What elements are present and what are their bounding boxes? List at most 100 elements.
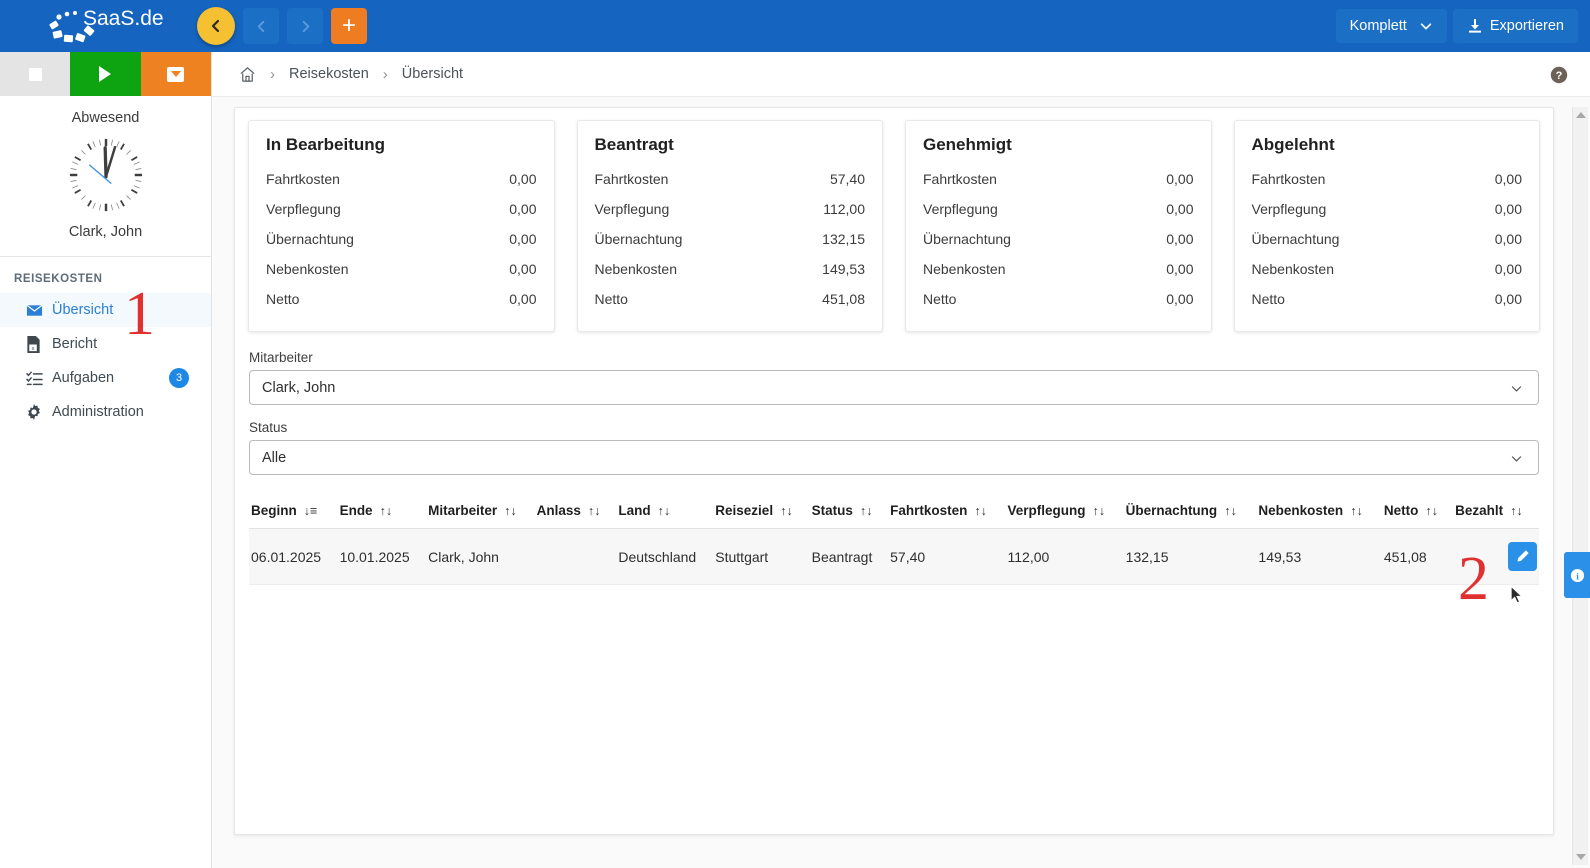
add-button[interactable]: + [331, 8, 367, 44]
card-row: Netto 0,00 [923, 284, 1194, 314]
sidebar-item-administration[interactable]: Administration [0, 395, 211, 429]
col-header-anlass[interactable]: Anlass ↑↓ [534, 497, 617, 529]
main-area: › Reisekosten › Übersicht ? In Bearbeitu… [212, 52, 1590, 868]
breadcrumb-item-reisekosten[interactable]: Reisekosten [289, 66, 369, 82]
col-header-netto[interactable]: Netto ↑↓ [1381, 497, 1454, 529]
sort-both-icon: ↑↓ [504, 504, 517, 518]
card-row: Netto 0,00 [266, 284, 537, 314]
card-row: Übernachtung 0,00 [1252, 224, 1523, 254]
cell-uebernachtung: 132,15 [1123, 528, 1257, 585]
col-header-land[interactable]: Land ↑↓ [616, 497, 714, 529]
brand-logo[interactable]: SaaS.de [0, 0, 215, 52]
card-row-label: Fahrtkosten [266, 171, 340, 187]
breadcrumb-separator: › [270, 65, 275, 83]
col-header-mitarbeiter[interactable]: Mitarbeiter ↑↓ [426, 497, 535, 529]
col-header-uebernachtung[interactable]: Übernachtung ↑↓ [1123, 497, 1257, 529]
presence-status-buttons [0, 52, 211, 96]
card-row-value: 0,00 [1494, 231, 1522, 247]
scrollbar-down-button[interactable] [1573, 849, 1589, 865]
card-row: Nebenkosten 0,00 [266, 254, 537, 284]
card-row: Verpflegung 0,00 [923, 194, 1194, 224]
table-header-row: Beginn ↓≡ Ende ↑↓ Mitarbeiter ↑↓ Anlass ↑↓ L… [249, 497, 1539, 529]
card-row-value: 149,53 [822, 261, 865, 277]
col-header-ende[interactable]: Ende ↑↓ [337, 497, 427, 529]
status-select-value: Alle [262, 449, 287, 466]
clock-widget [0, 128, 211, 220]
cell-netto: 451,08 [1381, 528, 1454, 585]
col-header-bezahlt[interactable]: Bezahlt ↑↓ [1453, 497, 1539, 529]
collapse-sidebar-button[interactable] [197, 7, 235, 45]
scrollbar-up-button[interactable] [1573, 107, 1589, 123]
sidebar-item-aufgaben[interactable]: Aufgaben 3 [0, 361, 211, 395]
stop-button[interactable] [0, 52, 71, 96]
col-header-reiseziel[interactable]: Reiseziel ↑↓ [713, 497, 810, 529]
breadcrumb-separator: › [382, 65, 388, 83]
card-row-value: 57,40 [829, 171, 865, 187]
caret-down-icon [167, 66, 185, 82]
pause-dropdown-button[interactable] [140, 52, 211, 96]
col-header-beginn[interactable]: Beginn ↓≡ [249, 497, 338, 529]
sort-both-icon: ↑↓ [657, 504, 671, 518]
cell-fahrtkosten: 57,40 [888, 528, 1006, 585]
sidebar-item-uebersicht[interactable]: Übersicht [0, 293, 211, 327]
row-edit-button[interactable] [1508, 542, 1537, 571]
table-row[interactable]: 06.01.2025 10.01.2025 Clark, John Deutsc… [249, 528, 1539, 585]
summary-card-in-bearbeitung: In Bearbeitung Fahrtkosten 0,00 Verpflegu… [248, 120, 555, 332]
svg-text:i: i [1576, 572, 1579, 582]
chevron-down-icon [1511, 386, 1522, 392]
card-row: Fahrtkosten 0,00 [923, 164, 1194, 194]
cell-beginn: 06.01.2025 [249, 528, 338, 585]
table-head: Beginn ↓≡ Ende ↑↓ Mitarbeiter ↑↓ Anlass ↑↓ L… [249, 497, 1539, 529]
card-row-label: Fahrtkosten [1251, 171, 1326, 187]
cell-land: Deutschland [616, 528, 714, 585]
card-title: Abgelehnt [1251, 135, 1335, 154]
card-row-value: 0,00 [1494, 201, 1522, 217]
card-row-value: 0,00 [509, 201, 537, 217]
col-header-nebenkosten[interactable]: Nebenkosten ↑↓ [1256, 497, 1382, 529]
card-row-label: Nebenkosten [923, 261, 1006, 277]
col-header-fahrtkosten[interactable]: Fahrtkosten ↑↓ [888, 497, 1006, 529]
triangle-up-icon [1576, 112, 1586, 118]
scope-select-button[interactable]: Komplett [1335, 9, 1447, 43]
card-row: Nebenkosten 0,00 [923, 254, 1194, 284]
info-side-tab[interactable]: i [1564, 552, 1590, 598]
chevron-left-icon [211, 19, 220, 33]
play-icon [99, 66, 112, 82]
svg-text:?: ? [1556, 70, 1563, 82]
card-title: In Bearbeitung [266, 135, 386, 154]
cell-verpflegung: 112,00 [1005, 528, 1124, 585]
employee-select[interactable]: Clark, John [249, 370, 1539, 405]
card-row: Verpflegung 0,00 [266, 194, 537, 224]
sidebar-item-label: Übersicht [52, 302, 114, 318]
sort-both-icon: ↑↓ [1350, 504, 1363, 518]
card-row-value: 0,00 [509, 261, 537, 277]
col-label: Ende [339, 503, 373, 518]
analog-clock-icon [69, 138, 142, 212]
vertical-scrollbar[interactable] [1572, 107, 1588, 865]
col-header-status[interactable]: Status ↑↓ [809, 497, 889, 529]
card-row-label: Verpflegung [923, 201, 998, 217]
card-row-value: 112,00 [823, 201, 865, 217]
export-button[interactable]: Exportieren [1452, 9, 1578, 43]
sort-both-icon: ↑↓ [1510, 504, 1523, 518]
card-row: Fahrtkosten 0,00 [1252, 164, 1523, 194]
history-forward-button[interactable] [287, 8, 323, 44]
sidebar-item-bericht[interactable]: x Bericht [0, 327, 211, 361]
cell-reiseziel: Stuttgart [713, 528, 810, 585]
col-label: Verpflegung [1007, 503, 1086, 518]
square-icon [28, 67, 42, 81]
breadcrumb-item-uebersicht[interactable]: Übersicht [402, 66, 463, 82]
home-icon[interactable] [239, 66, 256, 83]
chevron-down-icon [1511, 456, 1522, 462]
card-row-value: 0,00 [1166, 291, 1194, 307]
card-row-label: Übernachtung [266, 231, 354, 247]
history-back-button[interactable] [243, 8, 279, 44]
saas-logo-icon: SaaS.de [49, 7, 164, 43]
card-row-value: 132,15 [822, 231, 865, 247]
status-select[interactable]: Alle [249, 440, 1539, 475]
card-row-label: Übernachtung [1251, 231, 1340, 247]
col-header-verpflegung[interactable]: Verpflegung ↑↓ [1005, 497, 1124, 529]
start-button[interactable] [70, 52, 141, 96]
sort-both-icon: ↑↓ [859, 504, 873, 518]
help-circle-icon[interactable]: ? [1550, 66, 1568, 89]
